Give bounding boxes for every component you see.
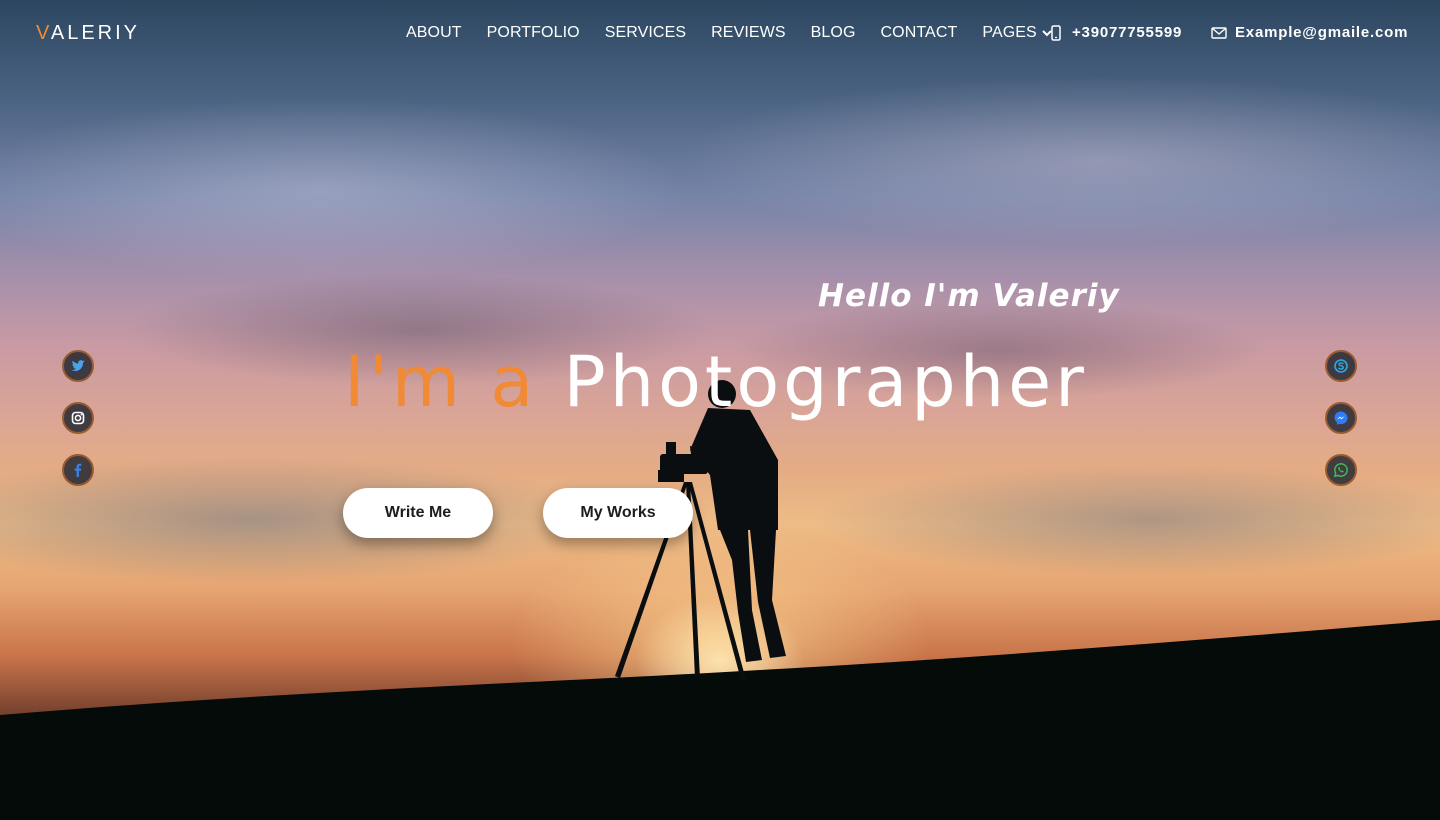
phone-number: +39077755599	[1072, 24, 1183, 41]
header-email[interactable]: Example@gmaile.com	[1211, 24, 1408, 41]
headline-main: Photographer	[563, 341, 1088, 423]
messenger-icon	[1334, 411, 1348, 425]
twitter-icon	[71, 360, 85, 372]
nav-reviews[interactable]: REVIEWS	[711, 24, 786, 42]
hero-section: VALERIY ABOUT PORTFOLIO SERVICES REVIEWS…	[0, 0, 1440, 820]
skype-icon	[1334, 359, 1348, 373]
nav-pages-label: PAGES	[982, 24, 1037, 41]
site-logo[interactable]: VALERIY	[36, 22, 140, 45]
nav-blog[interactable]: BLOG	[811, 24, 856, 42]
whatsapp-icon	[1333, 463, 1348, 478]
nav-contact[interactable]: CONTACT	[881, 24, 958, 42]
envelope-icon	[1211, 26, 1227, 39]
facebook-link[interactable]	[62, 454, 94, 486]
twitter-link[interactable]	[62, 350, 94, 382]
skype-link[interactable]	[1325, 350, 1357, 382]
messenger-link[interactable]	[1325, 402, 1357, 434]
instagram-link[interactable]	[62, 402, 94, 434]
headline-accent: I'm a	[344, 341, 538, 423]
hero-greeting: Hello I'm Valeriy	[818, 278, 1120, 314]
nav-portfolio[interactable]: PORTFOLIO	[487, 24, 580, 42]
phone-icon	[1051, 24, 1061, 41]
logo-text: ALERIY	[50, 22, 141, 44]
whatsapp-link[interactable]	[1325, 454, 1357, 486]
write-me-button[interactable]: Write Me	[343, 488, 493, 538]
email-address: Example@gmaile.com	[1235, 24, 1409, 41]
my-works-button[interactable]: My Works	[543, 488, 693, 538]
site-header: VALERIY ABOUT PORTFOLIO SERVICES REVIEWS…	[0, 0, 1440, 68]
hero-headline: I'm a Photographer	[344, 340, 1088, 424]
nav-about[interactable]: ABOUT	[406, 24, 462, 42]
main-nav: ABOUT PORTFOLIO SERVICES REVIEWS BLOG CO…	[406, 24, 1053, 42]
nav-pages[interactable]: PAGES	[982, 24, 1052, 42]
facebook-icon	[74, 463, 82, 477]
nav-services[interactable]: SERVICES	[605, 24, 686, 42]
header-phone[interactable]: +39077755599	[1048, 24, 1182, 41]
instagram-icon	[71, 411, 85, 425]
logo-initial: V	[36, 22, 51, 44]
